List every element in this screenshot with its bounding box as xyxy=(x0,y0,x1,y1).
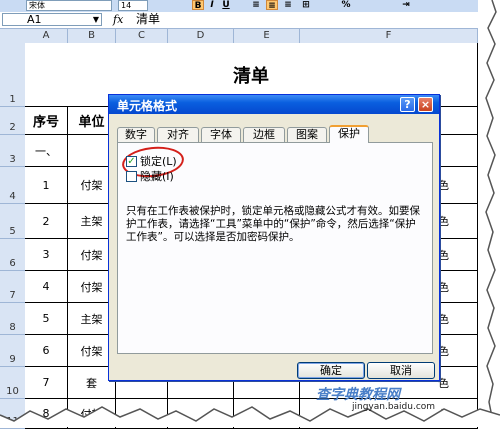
column-header-b[interactable]: B xyxy=(68,29,116,43)
tab-font[interactable]: 字体 xyxy=(201,127,241,142)
locked-option[interactable]: ✓ 锁定(L) xyxy=(126,153,177,169)
row-header-4[interactable]: 4 xyxy=(0,167,25,204)
watermark-url: jingyan.baidu.com xyxy=(352,402,436,412)
column-headers: ABCDEF xyxy=(0,29,478,44)
help-button[interactable]: ? xyxy=(400,97,415,112)
formula-bar: A1 ▼ fx 清单 xyxy=(0,12,478,29)
bold-button[interactable]: B xyxy=(192,0,204,11)
column-header-c[interactable]: C xyxy=(116,29,168,43)
seq-cell[interactable]: 1 xyxy=(25,167,68,204)
name-box[interactable]: A1 ▼ xyxy=(2,13,102,26)
seq-cell[interactable]: 5 xyxy=(25,303,68,335)
dialog-title: 单元格格式 xyxy=(117,99,178,113)
ok-button[interactable]: 确定 xyxy=(297,362,365,379)
header-seq-cell[interactable]: 序号 xyxy=(25,107,68,135)
row-header-3[interactable]: 3 xyxy=(0,135,25,167)
hidden-label: 隐藏(I) xyxy=(140,170,174,183)
font-name-select[interactable]: 宋体 xyxy=(26,0,112,11)
indent-icon[interactable]: ⇥ xyxy=(400,0,412,10)
format-cells-dialog: 单元格格式 ? × 数字 对齐 字体 边框 图案 保护 ✓ 锁定(L) 隐藏(I… xyxy=(108,94,440,381)
dialog-titlebar[interactable]: 单元格格式 ? × xyxy=(109,95,439,114)
name-box-value: A1 xyxy=(27,13,42,26)
underline-button[interactable]: U xyxy=(220,0,232,10)
protection-help-text: 只有在工作表被保护时，锁定单元格或隐藏公式才有效。如要保护工作表，请选择“工具”… xyxy=(126,205,420,243)
font-size-select[interactable]: 14 xyxy=(118,0,148,11)
seq-cell[interactable]: 3 xyxy=(25,239,68,271)
row-header-7[interactable]: 7 xyxy=(0,271,25,303)
row-header-10[interactable]: 10 xyxy=(0,367,25,399)
close-button[interactable]: × xyxy=(418,97,433,112)
locked-label: 锁定(L) xyxy=(140,155,177,168)
locked-checkbox[interactable]: ✓ xyxy=(126,155,137,167)
column-header-e[interactable]: E xyxy=(234,29,300,43)
row-header-2[interactable]: 2 xyxy=(0,107,25,135)
hidden-option[interactable]: 隐藏(I) xyxy=(126,168,174,184)
watermark-logo: 查字典教程网 xyxy=(316,387,400,403)
formula-input[interactable]: 清单 xyxy=(136,12,160,27)
seq-cell[interactable]: 4 xyxy=(25,271,68,303)
column-header-a[interactable]: A xyxy=(25,29,68,43)
cancel-button[interactable]: 取消 xyxy=(367,362,435,379)
tab-border[interactable]: 边框 xyxy=(243,127,285,142)
seq-cell[interactable]: 7 xyxy=(25,367,68,399)
percent-icon[interactable]: % xyxy=(340,0,352,10)
align-left-icon[interactable]: ≡ xyxy=(250,0,262,10)
seq-cell[interactable]: 2 xyxy=(25,204,68,239)
row-header-1[interactable]: 1 xyxy=(0,43,25,107)
row-headers: 1234567891011 xyxy=(0,43,26,429)
align-right-icon[interactable]: ≡ xyxy=(282,0,294,10)
hidden-checkbox[interactable] xyxy=(126,170,137,182)
row-header-5[interactable]: 5 xyxy=(0,204,25,239)
row-header-8[interactable]: 8 xyxy=(0,303,25,335)
tab-patterns[interactable]: 图案 xyxy=(287,127,327,142)
row-header-9[interactable]: 9 xyxy=(0,335,25,367)
row-header-6[interactable]: 6 xyxy=(0,239,25,271)
align-center-icon[interactable]: ≡ xyxy=(266,0,278,11)
dialog-tabs: 数字 对齐 字体 边框 图案 保护 xyxy=(117,125,433,143)
merge-center-icon[interactable]: ⊞ xyxy=(300,0,312,10)
column-header-d[interactable]: D xyxy=(168,29,234,43)
dropdown-arrow-icon[interactable]: ▼ xyxy=(93,14,99,26)
seq-cell[interactable]: 6 xyxy=(25,335,68,367)
column-header-f[interactable]: F xyxy=(300,29,478,43)
seq-cell[interactable]: 一、 xyxy=(25,135,68,167)
tab-number[interactable]: 数字 xyxy=(117,127,155,142)
tab-protection[interactable]: 保护 xyxy=(329,125,369,143)
torn-edge-right xyxy=(485,0,500,427)
insert-function-icon[interactable]: fx xyxy=(113,13,123,26)
protection-panel: ✓ 锁定(L) 隐藏(I) 只有在工作表被保护时，锁定单元格或隐藏公式才有效。如… xyxy=(117,142,433,354)
tab-alignment[interactable]: 对齐 xyxy=(157,127,199,142)
italic-button[interactable]: I xyxy=(206,0,218,10)
